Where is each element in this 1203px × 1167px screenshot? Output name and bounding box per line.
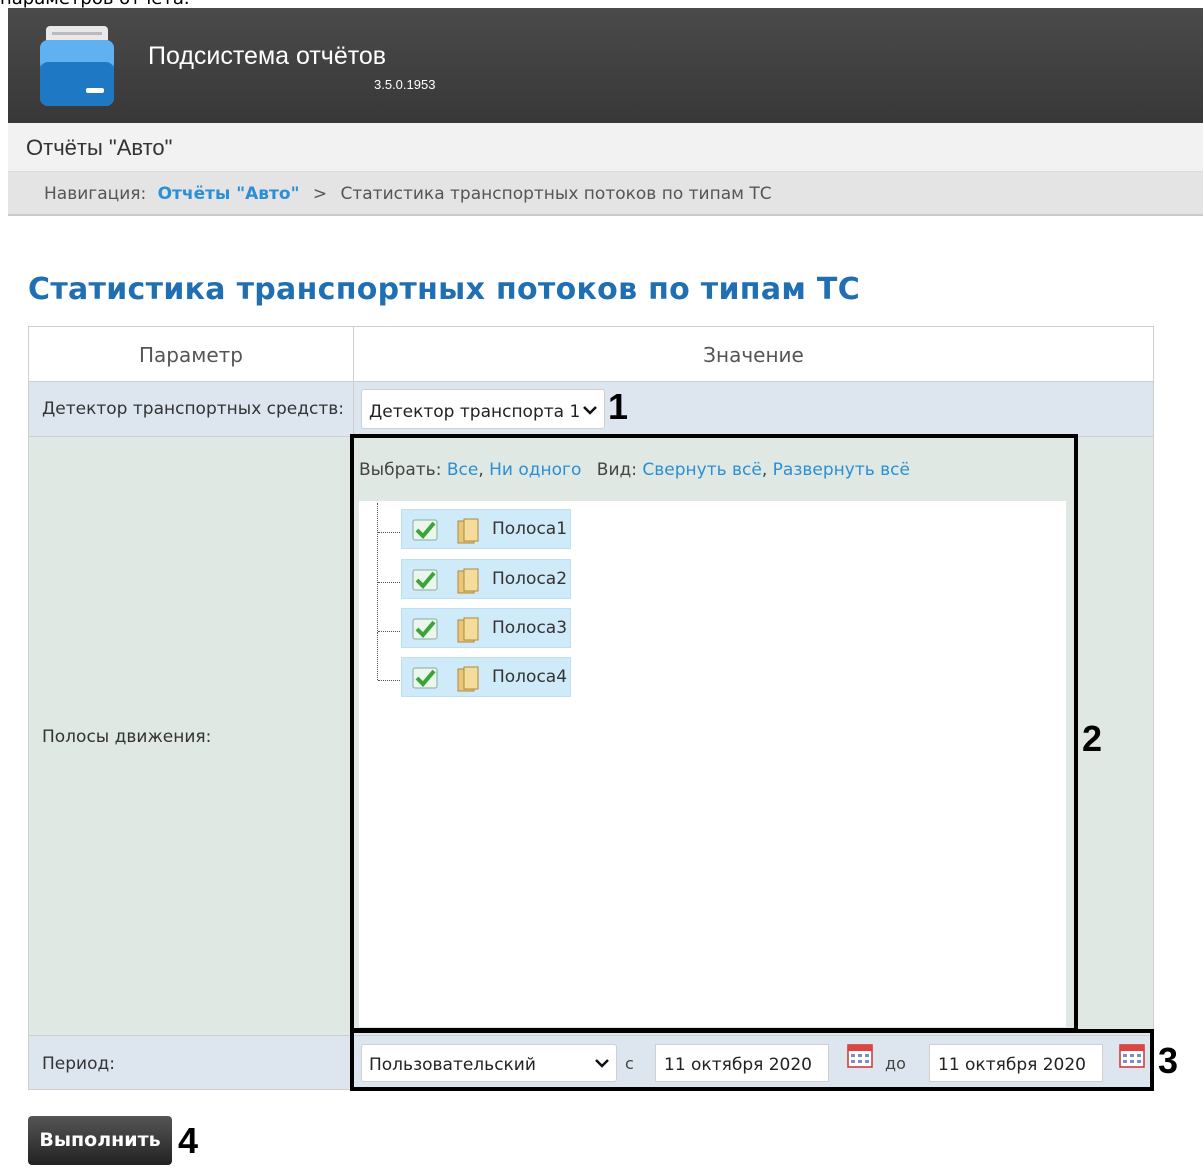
period-label: Период:: [42, 1054, 115, 1074]
chevron-down-icon: [583, 406, 597, 415]
page-title: Статистика транспортных потоков по типам…: [28, 272, 861, 307]
breadcrumb-current: Статистика транспортных потоков по типам…: [340, 184, 772, 204]
detector-select[interactable]: Детектор транспорта 1: [361, 389, 605, 429]
section-bar: Отчёты "Авто": [8, 123, 1203, 172]
header-param: Параметр: [139, 343, 243, 367]
annotation-box-3: [350, 1029, 1154, 1091]
section-title: Отчёты "Авто": [26, 135, 173, 160]
annotation-marker-4: 4: [178, 1120, 199, 1161]
detector-row: Детектор транспортных средств: Детектор …: [29, 382, 1153, 437]
breadcrumb-separator: >: [312, 184, 328, 204]
header-value: Значение: [703, 343, 804, 367]
breadcrumb-link-auto-reports[interactable]: Отчёты "Авто": [158, 184, 300, 204]
table-header-row: Параметр Значение: [29, 327, 1153, 382]
app-title: Подсистема отчётов: [148, 42, 387, 70]
breadcrumb: Навигация: Отчёты "Авто" > Статистика тр…: [8, 172, 1203, 216]
annotation-box-2: [350, 434, 1078, 1032]
app-version: 3.5.0.1953: [374, 77, 436, 92]
annotation-marker-1: 1: [608, 386, 629, 427]
run-button[interactable]: Выполнить: [28, 1116, 172, 1165]
detector-select-value: Детектор транспорта 1: [369, 402, 581, 422]
annotation-marker-2: 2: [1082, 718, 1103, 759]
lanes-label: Полосы движения:: [42, 727, 212, 747]
annotation-marker-3: 3: [1158, 1040, 1179, 1081]
breadcrumb-prefix: Навигация:: [44, 184, 147, 204]
detector-label: Детектор транспортных средств:: [42, 399, 344, 419]
app-header: Подсистема отчётов 3.5.0.1953: [8, 8, 1203, 123]
folder-archive-icon: [40, 26, 114, 106]
